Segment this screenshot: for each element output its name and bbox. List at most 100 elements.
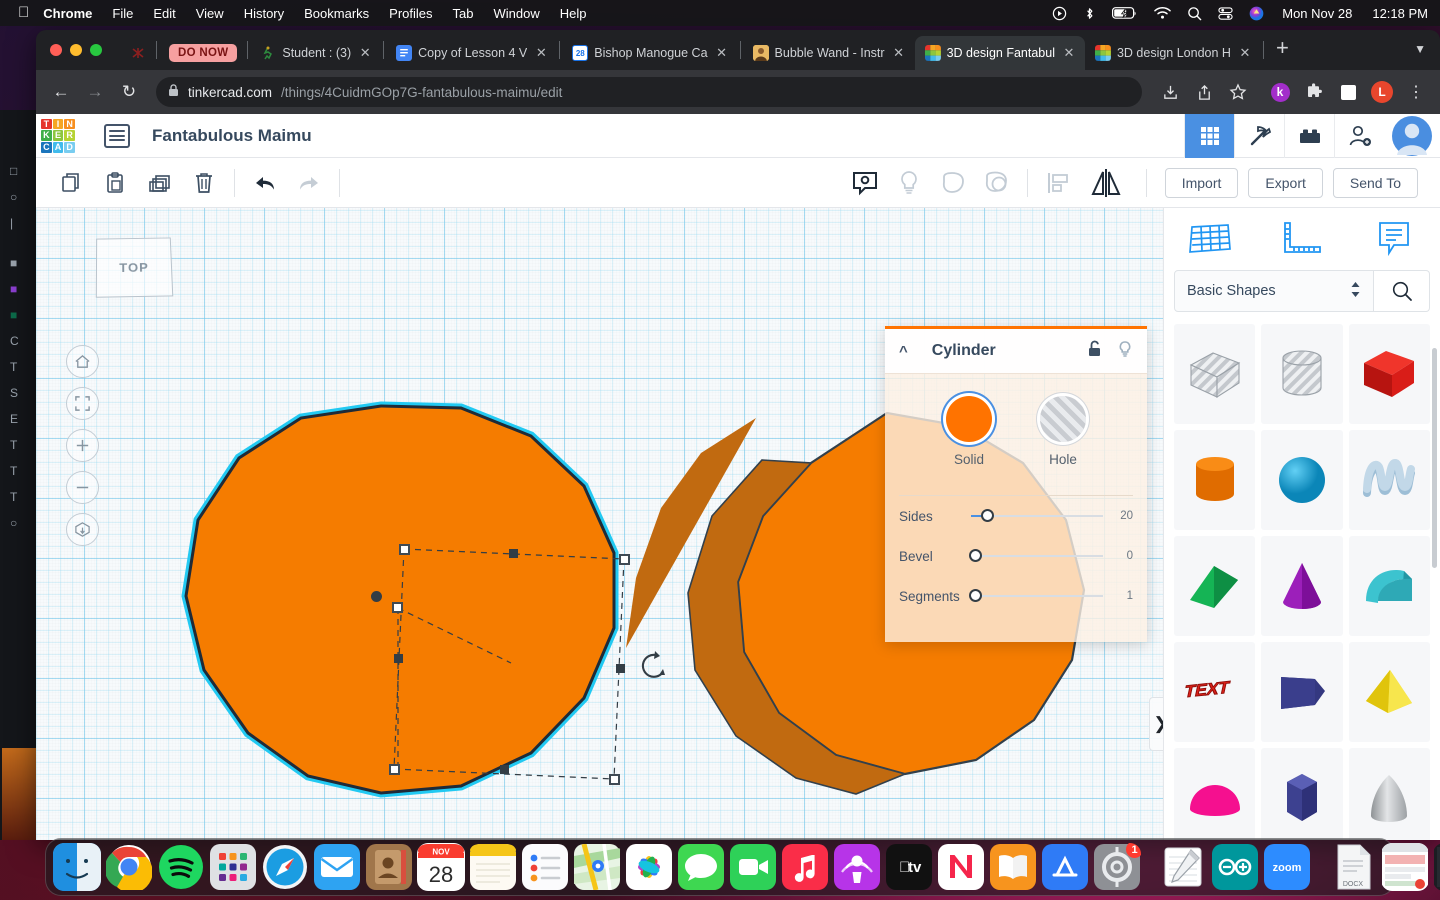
- shape-cylinder-1[interactable]: [181, 401, 619, 798]
- close-tab-icon[interactable]: ✕: [1237, 45, 1253, 61]
- ruler-icon[interactable]: [1256, 219, 1348, 259]
- edge-handle-right[interactable]: [616, 664, 625, 673]
- light-icon[interactable]: [887, 161, 931, 205]
- import-button[interactable]: Import: [1164, 167, 1239, 198]
- dock-icon-news[interactable]: [937, 843, 985, 891]
- undo-icon[interactable]: [243, 161, 287, 205]
- kami-extension-icon[interactable]: k: [1266, 78, 1294, 106]
- tab-3d-design-fantabulous[interactable]: 3D design Fantabul ✕: [914, 36, 1085, 70]
- group-icon[interactable]: [931, 161, 975, 205]
- close-window-button[interactable]: [50, 44, 62, 56]
- lego-brick-icon[interactable]: [1284, 113, 1334, 158]
- dock-icon-facetime[interactable]: [729, 843, 777, 891]
- dock-icon-safari[interactable]: [261, 843, 309, 891]
- shape-category-dropdown[interactable]: Basic Shapes: [1174, 270, 1374, 312]
- note-icon[interactable]: [843, 161, 887, 205]
- new-tab-button[interactable]: +: [1266, 35, 1299, 65]
- menu-item-help[interactable]: Help: [560, 6, 587, 21]
- dock-icon-finder[interactable]: [53, 843, 101, 891]
- install-app-icon[interactable]: [1156, 78, 1184, 106]
- shape-tile-cylinder-hole[interactable]: [1261, 324, 1343, 424]
- duplicate-icon[interactable]: [138, 161, 182, 205]
- export-button[interactable]: Export: [1248, 167, 1323, 198]
- tinkercad-logo[interactable]: T I N K E R C A D: [36, 114, 80, 158]
- browser-sidebar-icon[interactable]: [1334, 78, 1362, 106]
- shape-tile-cylinder[interactable]: [1174, 430, 1256, 530]
- menu-item-bookmarks[interactable]: Bookmarks: [304, 6, 369, 21]
- collapse-sidebar-chevron-icon[interactable]: ❯: [1149, 697, 1163, 751]
- dock-icon-zoom[interactable]: zoom: [1263, 843, 1311, 891]
- mode-solid[interactable]: Solid: [946, 396, 992, 467]
- close-tab-icon[interactable]: ✕: [1061, 45, 1077, 61]
- tab-do-now[interactable]: DO NOW: [159, 36, 245, 70]
- edge-handle-top[interactable]: [509, 549, 518, 558]
- corner-handle-top-left[interactable]: [399, 544, 410, 555]
- menu-item-file[interactable]: File: [112, 6, 133, 21]
- mirror-icon[interactable]: [1080, 161, 1132, 205]
- dock-icon-apple-tv[interactable]: tv: [885, 843, 933, 891]
- dock-icon-reminders[interactable]: [521, 843, 569, 891]
- slider-track-segments[interactable]: [969, 589, 1103, 603]
- dock-icon-calendar[interactable]: NOV 28: [417, 843, 465, 891]
- dock-icon-arduino[interactable]: [1211, 843, 1259, 891]
- dock-icon-notes[interactable]: [469, 843, 517, 891]
- unlocked-icon[interactable]: [1087, 340, 1103, 363]
- forward-button[interactable]: →: [80, 77, 110, 107]
- align-icon[interactable]: [1036, 161, 1080, 205]
- slider-track-bevel[interactable]: [969, 549, 1103, 563]
- dock-icon-music[interactable]: [781, 843, 829, 891]
- share-icon[interactable]: [1190, 78, 1218, 106]
- dock-icon-system-settings[interactable]: 1: [1093, 843, 1141, 891]
- dock-icon-chrome[interactable]: [105, 843, 153, 891]
- wifi-icon[interactable]: [1154, 6, 1171, 20]
- zoom-in-icon[interactable]: [66, 429, 99, 462]
- maximize-window-button[interactable]: [90, 44, 102, 56]
- slider-value-sides[interactable]: 20: [1103, 510, 1133, 522]
- zoom-out-icon[interactable]: [66, 471, 99, 504]
- rotate-handle-icon[interactable]: [641, 651, 665, 678]
- shape-tile-roof[interactable]: [1174, 536, 1256, 636]
- profile-avatar[interactable]: L: [1368, 78, 1396, 106]
- corner-handle-bottom-left[interactable]: [389, 764, 400, 775]
- screen-record-icon[interactable]: [1052, 6, 1067, 21]
- rotation-pivot-dot[interactable]: [371, 591, 382, 602]
- menu-item-edit[interactable]: Edit: [153, 6, 175, 21]
- dock-icon-minimized-window-1[interactable]: [1381, 843, 1429, 891]
- menubar-date[interactable]: Mon Nov 28: [1282, 6, 1352, 21]
- pickaxe-icon[interactable]: [1234, 113, 1284, 158]
- home-view-icon[interactable]: [66, 345, 99, 378]
- solid-swatch[interactable]: [946, 396, 992, 442]
- shape-tile-scribble[interactable]: [1348, 430, 1430, 530]
- paste-icon[interactable]: [94, 161, 138, 205]
- user-avatar-icon[interactable]: [1384, 114, 1440, 158]
- mode-hole[interactable]: Hole: [1040, 396, 1086, 467]
- shape-tile-box[interactable]: [1348, 324, 1430, 424]
- slider-knob-bevel[interactable]: [969, 549, 982, 562]
- tab-3d-design-london[interactable]: 3D design London H ✕: [1085, 36, 1261, 70]
- address-bar[interactable]: tinkercad.com/things/4CuidmGOp7G-fantabu…: [156, 77, 1142, 107]
- close-tab-icon[interactable]: ✕: [891, 45, 907, 61]
- redo-icon[interactable]: [287, 161, 331, 205]
- hole-swatch[interactable]: [1040, 396, 1086, 442]
- corner-handle-bottom-right[interactable]: [609, 774, 620, 785]
- grid-plane-icon[interactable]: [1164, 219, 1256, 259]
- send-to-button[interactable]: Send To: [1332, 167, 1418, 198]
- menu-item-window[interactable]: Window: [494, 6, 540, 21]
- slider-value-bevel[interactable]: 0: [1103, 550, 1133, 562]
- shape-tile-cone[interactable]: [1261, 536, 1343, 636]
- menu-item-view[interactable]: View: [196, 6, 224, 21]
- close-tab-icon[interactable]: ✕: [533, 45, 549, 61]
- slider-knob-sides[interactable]: [981, 509, 994, 522]
- shape-tile-half-sphere[interactable]: [1174, 748, 1256, 840]
- tab-bishop-manogue[interactable]: 28 Bishop Manogue Ca ✕: [562, 36, 737, 70]
- shape-tile-sphere[interactable]: [1261, 430, 1343, 530]
- dock-icon-maps[interactable]: [573, 843, 621, 891]
- slider-knob-segments[interactable]: [969, 589, 982, 602]
- copy-icon[interactable]: [50, 161, 94, 205]
- 3d-canvas[interactable]: TOP ^ Cylinder Solid Hole Sides 20 Bevel…: [36, 208, 1163, 840]
- notes-icon[interactable]: [1348, 219, 1440, 259]
- dock-icon-messages[interactable]: [677, 843, 725, 891]
- shape-tile-box-hole[interactable]: [1174, 324, 1256, 424]
- orthographic-toggle-icon[interactable]: [66, 513, 99, 546]
- dock-icon-textedit[interactable]: [1159, 843, 1207, 891]
